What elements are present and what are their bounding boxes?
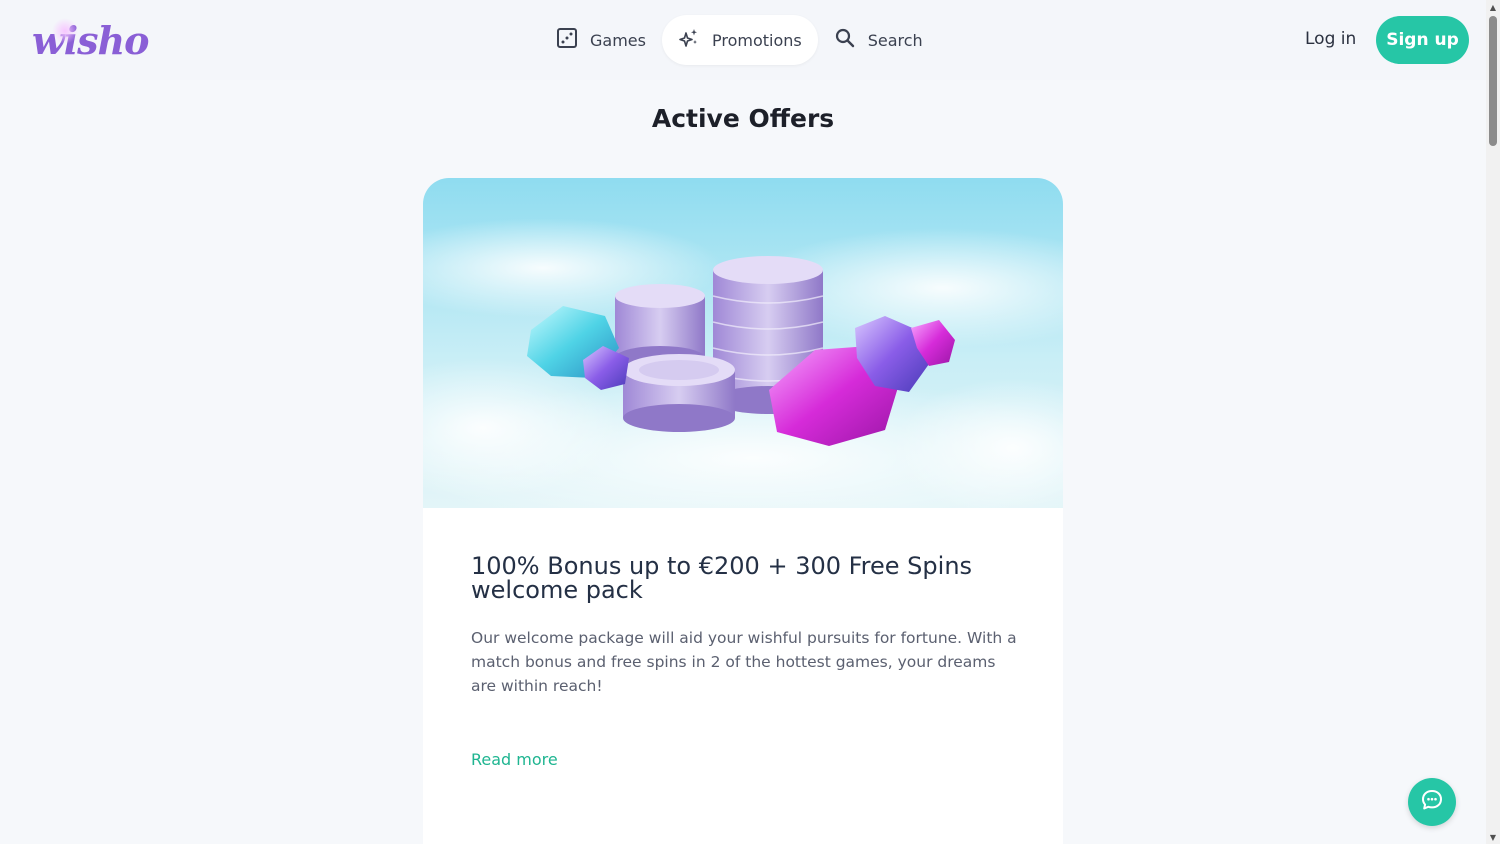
nav-label-games: Games xyxy=(590,30,646,50)
offer-title: 100% Bonus up to €200 + 300 Free Spins w… xyxy=(471,552,973,604)
nav-label-search: Search xyxy=(867,30,923,50)
offer-description: Our welcome package will aid your wishfu… xyxy=(471,629,1017,695)
dice-icon xyxy=(556,27,578,53)
top-header: wisho Games Promotions Search Log in Sig… xyxy=(0,0,1486,80)
nav-item-promotions[interactable]: Promotions xyxy=(661,15,818,65)
signup-button[interactable]: Sign up xyxy=(1376,16,1469,64)
read-more-link[interactable]: Read more xyxy=(471,750,558,769)
nav-item-games[interactable]: Games xyxy=(540,15,662,65)
wisho-logo[interactable]: wisho xyxy=(32,18,150,63)
logo-glow xyxy=(52,18,78,44)
sparkles-icon xyxy=(678,27,700,53)
coins-and-gems-illustration xyxy=(423,178,1063,508)
page-scrollbar[interactable]: ▲ ▼ xyxy=(1486,0,1500,844)
logo-text: wisho xyxy=(32,18,150,63)
nav-item-search[interactable]: Search xyxy=(818,15,939,65)
offer-card: 100% Bonus up to €200 + 300 Free Spins w… xyxy=(423,178,1063,844)
scroll-up-arrow-icon[interactable]: ▲ xyxy=(1486,0,1500,14)
chat-bubble-icon xyxy=(1421,789,1443,815)
login-link[interactable]: Log in xyxy=(1305,29,1356,49)
main-nav: Games Promotions Search xyxy=(540,15,939,65)
offer-content: 100% Bonus up to €200 + 300 Free Spins w… xyxy=(471,554,1019,698)
search-icon xyxy=(834,27,856,53)
scroll-down-arrow-icon[interactable]: ▼ xyxy=(1486,830,1500,844)
page-title: Active Offers xyxy=(651,104,835,133)
chat-button[interactable] xyxy=(1408,778,1456,826)
scroll-thumb[interactable] xyxy=(1489,16,1497,146)
nav-label-promotions: Promotions xyxy=(711,30,802,50)
